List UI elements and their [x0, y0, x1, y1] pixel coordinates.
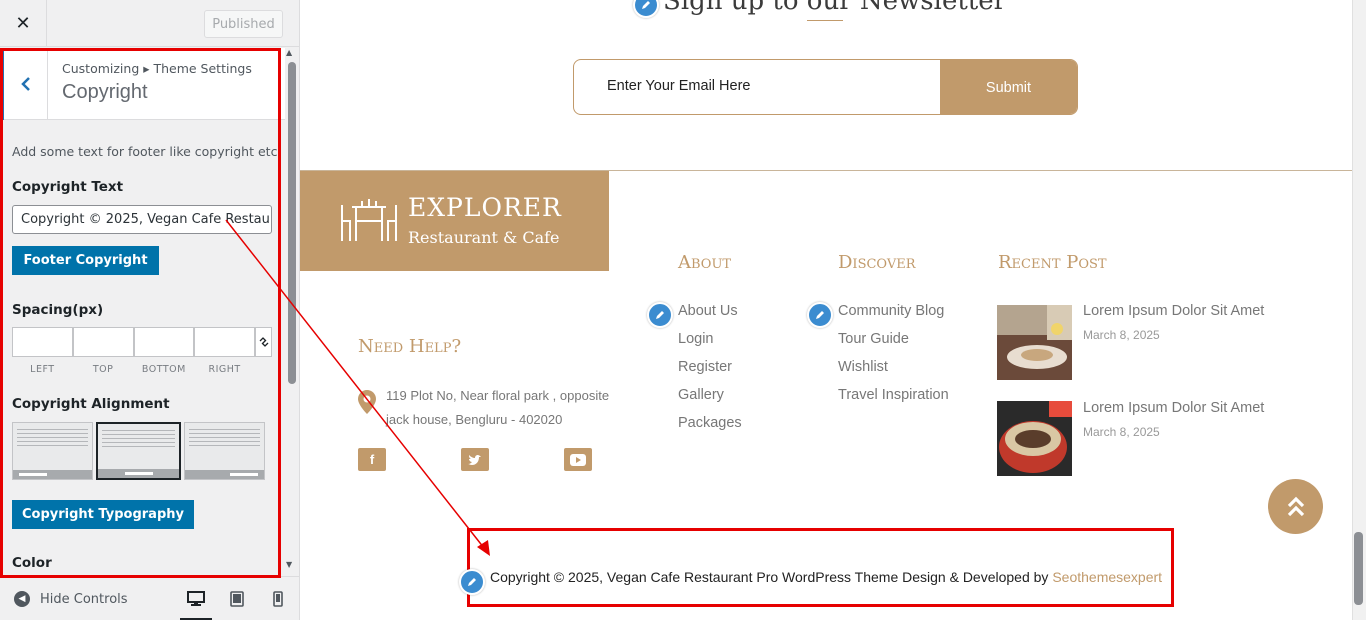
edit-shortcut-newsletter[interactable] — [633, 0, 659, 18]
recent-post-title[interactable]: Lorem Ipsum Dolor Sit Amet — [1083, 303, 1264, 319]
discover-heading: Discover — [838, 252, 916, 273]
device-desktop-button[interactable] — [180, 589, 212, 620]
location-pin-icon — [358, 390, 376, 414]
post-thumbnail[interactable] — [997, 401, 1072, 476]
edit-shortcut-about[interactable] — [647, 302, 673, 328]
footer-link-register[interactable]: Register — [678, 359, 732, 375]
customizer-sidebar: ✕ Published Customizing ▸ Theme Settings… — [0, 0, 300, 620]
preview-scroll-thumb[interactable] — [1354, 532, 1363, 605]
footer-link-gallery[interactable]: Gallery — [678, 387, 724, 403]
customizer-header: ✕ Published — [0, 0, 299, 47]
logo-subtitle: Restaurant & Cafe — [408, 228, 560, 247]
tablet-icon — [230, 591, 244, 607]
mobile-icon — [273, 591, 283, 607]
hide-controls-label: Hide Controls — [40, 591, 128, 607]
facebook-icon[interactable]: f — [358, 448, 386, 471]
logo-title: EXPLORER — [408, 193, 562, 222]
copyright-brand-link[interactable]: Seothemesexpert — [1052, 569, 1162, 585]
recent-post-date: March 8, 2025 — [1083, 425, 1160, 439]
newsletter-title: Sign up to our Newsletter — [663, 0, 1007, 16]
footer-link-tour-guide[interactable]: Tour Guide — [838, 331, 909, 347]
recent-post-heading: Recent Post — [998, 252, 1107, 273]
scroll-to-top-button[interactable] — [1268, 479, 1323, 534]
panel-scroll-thumb[interactable] — [288, 62, 296, 384]
edit-shortcut-discover[interactable] — [807, 302, 833, 328]
footer-link-community-blog[interactable]: Community Blog — [838, 303, 944, 319]
twitter-icon[interactable] — [461, 448, 489, 471]
highlight-box-panel — [0, 48, 281, 578]
close-icon: ✕ — [15, 12, 31, 34]
site-logo[interactable]: EXPLORER Restaurant & Cafe — [300, 171, 609, 271]
scroll-down-arrow[interactable]: ▼ — [286, 560, 292, 569]
highlight-box-copyright — [467, 528, 1174, 607]
double-chevron-up-icon — [1287, 496, 1304, 516]
youtube-icon[interactable] — [564, 448, 592, 471]
email-input[interactable]: Enter Your Email Here — [607, 78, 750, 94]
copyright-text: Copyright © 2025, Vegan Cafe Restaurant … — [490, 569, 1049, 585]
site-preview: Sign up to our Newsletter Enter Your Ema… — [300, 0, 1352, 620]
arrow-left-circle-icon: ◀ — [14, 591, 30, 607]
need-help-heading: Need Help? — [358, 336, 462, 357]
device-tablet-button[interactable] — [227, 589, 247, 609]
about-heading: About — [678, 252, 732, 273]
pencil-icon — [656, 311, 664, 319]
close-customizer-button[interactable]: ✕ — [0, 0, 47, 46]
device-mobile-button[interactable] — [268, 589, 288, 609]
hide-controls-button[interactable]: ◀ Hide Controls — [14, 591, 128, 607]
desktop-icon — [187, 591, 205, 606]
submit-button[interactable]: Submit — [940, 60, 1077, 114]
footer-copyright: Copyright © 2025, Vegan Cafe Restaurant … — [490, 569, 1162, 585]
pencil-icon — [816, 311, 824, 319]
post-thumbnail[interactable] — [997, 305, 1072, 380]
pencil-icon — [642, 1, 650, 9]
pencil-icon — [468, 578, 476, 586]
newsletter-underline — [807, 20, 843, 21]
recent-post-date: March 8, 2025 — [1083, 328, 1160, 342]
newsletter-form: Enter Your Email Here Submit — [573, 59, 1078, 115]
recent-post-title[interactable]: Lorem Ipsum Dolor Sit Amet — [1083, 400, 1264, 416]
footer-link-travel-inspiration[interactable]: Travel Inspiration — [838, 387, 949, 403]
footer-link-login[interactable]: Login — [678, 331, 713, 347]
publish-button[interactable]: Published — [204, 10, 283, 38]
footer-link-wishlist[interactable]: Wishlist — [838, 359, 888, 375]
preview-scrollbar[interactable] — [1352, 0, 1366, 620]
restaurant-table-icon — [341, 199, 397, 241]
customizer-footer: ◀ Hide Controls — [0, 576, 299, 620]
edit-shortcut-copyright[interactable] — [459, 569, 485, 595]
footer-link-packages[interactable]: Packages — [678, 415, 742, 431]
footer-link-about-us[interactable]: About Us — [678, 303, 738, 319]
scroll-up-arrow[interactable]: ▲ — [286, 48, 292, 57]
address-text: 119 Plot No, Near floral park , opposite… — [386, 388, 610, 427]
